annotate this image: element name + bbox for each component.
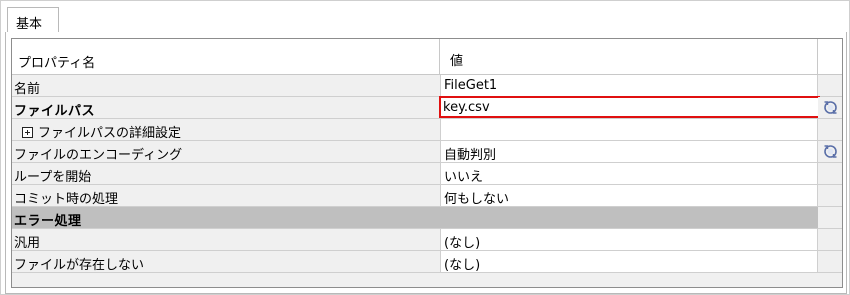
row-value-field[interactable]: (なし) — [440, 251, 818, 273]
row-commit-handling[interactable]: コミット時の処理 何もしない — [12, 185, 842, 207]
header-value: 値 — [440, 39, 818, 74]
section-label: エラー処理 — [12, 207, 818, 229]
header-button-column — [818, 39, 842, 74]
row-label: ファイルパスの詳細設定 — [12, 119, 440, 141]
refresh-icon[interactable] — [822, 143, 839, 160]
row-label: コミット時の処理 — [14, 192, 119, 207]
row-value-field[interactable]: (なし) — [440, 229, 818, 251]
grid-header: プロパティ名 値 — [12, 39, 842, 75]
refresh-icon[interactable] — [822, 99, 839, 116]
property-panel-window: 基本 プロパティ名 値 名前 FileGet1 ファイルパス key.csv フ… — [0, 0, 850, 295]
row-label-text: ファイルパスの詳細設定 — [38, 126, 182, 141]
property-grid: プロパティ名 値 名前 FileGet1 ファイルパス key.csv ファイル… — [11, 38, 843, 288]
row-label: ループを開始 — [14, 170, 92, 185]
row-general[interactable]: 汎用 (なし) — [12, 229, 842, 251]
row-button-cell — [818, 97, 842, 118]
section-error-handling[interactable]: エラー処理 — [12, 207, 842, 229]
row-button-cell — [818, 163, 842, 184]
row-button-cell — [818, 119, 842, 140]
row-value-field[interactable]: いいえ — [440, 163, 818, 185]
row-button-cell — [818, 75, 842, 96]
row-file-path-details[interactable]: ファイルパスの詳細設定 — [12, 119, 842, 141]
row-button-cell — [818, 141, 842, 162]
row-button-cell — [818, 185, 842, 206]
row-label: ファイルパス — [14, 104, 96, 119]
row-button-cell — [818, 207, 842, 228]
row-value-field[interactable]: 何もしない — [440, 185, 818, 207]
row-button-cell — [818, 251, 842, 272]
row-value-field[interactable]: FileGet1 — [440, 75, 818, 96]
row-file-path[interactable]: ファイルパス key.csv — [12, 96, 842, 119]
row-file-not-exist[interactable]: ファイルが存在しない (なし) — [12, 251, 842, 273]
row-start-loop[interactable]: ループを開始 いいえ — [12, 163, 842, 185]
header-property-name: プロパティ名 — [12, 39, 440, 74]
row-button-cell — [818, 229, 842, 250]
expand-plus-icon[interactable] — [22, 127, 33, 138]
row-label: ファイルのエンコーディング — [14, 148, 183, 163]
row-label: 汎用 — [14, 236, 41, 251]
row-label: ファイルが存在しない — [14, 258, 145, 273]
tab-basic[interactable]: 基本 — [7, 7, 59, 34]
tab-panel: プロパティ名 値 名前 FileGet1 ファイルパス key.csv ファイル… — [5, 32, 847, 294]
row-name[interactable]: 名前 FileGet1 — [12, 75, 842, 97]
row-file-encoding[interactable]: ファイルのエンコーディング 自動判別 — [12, 141, 842, 163]
tab-strip: 基本 — [5, 6, 847, 34]
row-value-field[interactable] — [440, 119, 818, 140]
file-path-value-field[interactable]: key.csv — [439, 96, 820, 118]
row-value-field[interactable]: 自動判別 — [440, 141, 818, 163]
row-label: 名前 — [14, 82, 41, 97]
